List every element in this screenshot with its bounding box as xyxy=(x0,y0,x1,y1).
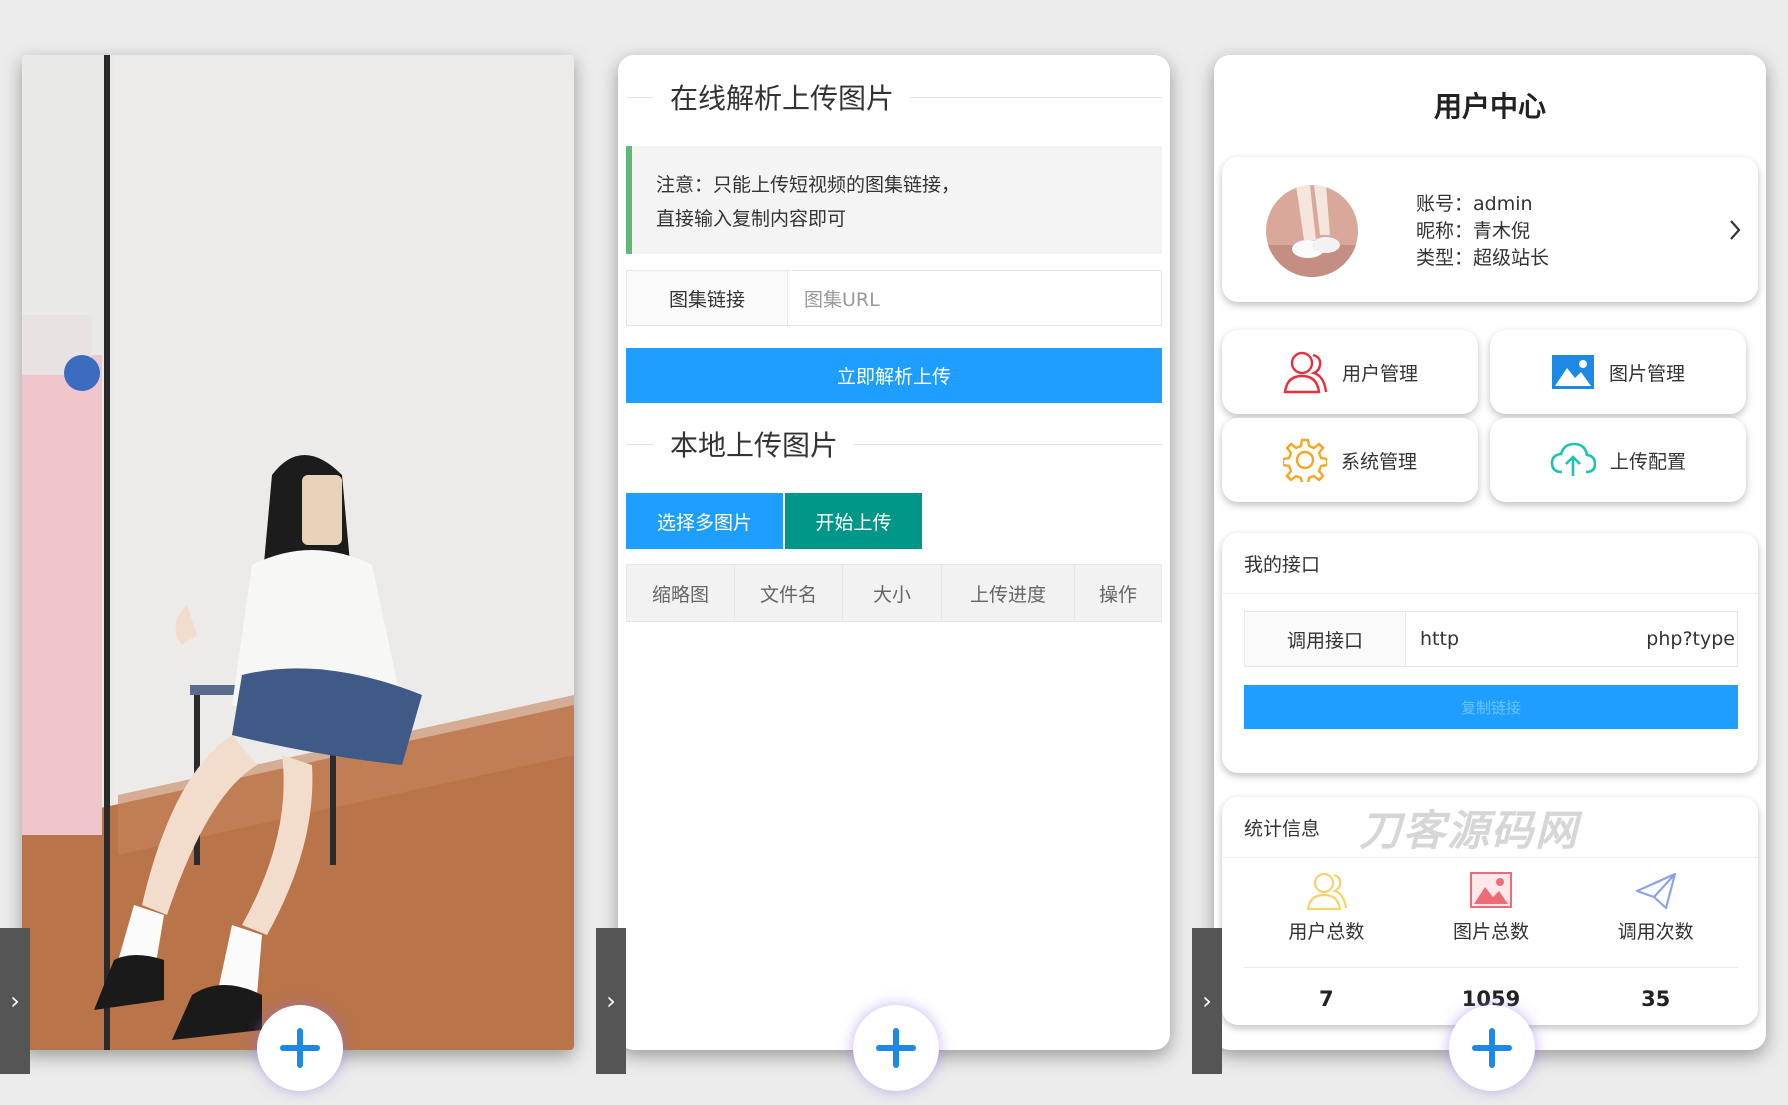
stat-images-label: 图片总数 xyxy=(1453,921,1530,943)
system-management-label: 系统管理 xyxy=(1340,450,1417,473)
notice-line-1: 注意：只能上传短视频的图集链接， xyxy=(656,174,961,196)
stat-users: 用户总数 xyxy=(1244,871,1409,944)
api-label: 调用接口 xyxy=(1245,612,1406,666)
user-management-label: 用户管理 xyxy=(1341,362,1418,385)
album-link-group: 图集链接 图集URL xyxy=(626,270,1162,326)
side-handle-middle[interactable]: › xyxy=(596,928,626,1074)
profile-card[interactable]: 账号：admin 昵称：青木倪 类型：超级站长 xyxy=(1222,157,1758,302)
page-title: 用户中心 xyxy=(1433,90,1546,123)
image-management-button[interactable]: 图片管理 xyxy=(1490,330,1746,414)
select-images-button[interactable]: 选择多图片 xyxy=(626,493,783,549)
user-icon xyxy=(1307,872,1348,911)
chevron-right-icon: › xyxy=(10,987,20,1015)
api-url-start: http xyxy=(1420,628,1460,650)
account-line: 账号：admin xyxy=(1416,193,1533,215)
image-icon xyxy=(1551,355,1594,389)
add-button[interactable] xyxy=(853,1005,939,1091)
add-button[interactable] xyxy=(1449,1005,1535,1091)
online-section-title: 在线解析上传图片 xyxy=(670,82,895,115)
gear-icon xyxy=(1282,438,1327,482)
avatar xyxy=(1266,185,1358,277)
plus-icon xyxy=(876,1028,916,1068)
api-url-field[interactable]: http php?type xyxy=(1406,612,1737,666)
api-url-group: 调用接口 http php?type xyxy=(1244,611,1738,667)
send-icon xyxy=(1635,872,1676,910)
column-header-thumbnail: 缩略图 xyxy=(627,565,735,621)
watermark: 刀客源码网 xyxy=(1359,805,1580,855)
column-header-filename: 文件名 xyxy=(735,565,843,621)
stats-labels-row: 用户总数 图片总数 调用次数 xyxy=(1244,871,1738,944)
cloud-upload-icon xyxy=(1550,442,1596,476)
stat-users-label: 用户总数 xyxy=(1288,921,1365,943)
column-header-actions: 操作 xyxy=(1098,583,1137,606)
column-header-size: 大小 xyxy=(843,565,942,621)
api-url-end: php?type xyxy=(1646,628,1735,650)
add-button[interactable] xyxy=(257,1005,343,1091)
image-management-label: 图片管理 xyxy=(1608,362,1685,385)
chevron-right-icon: › xyxy=(1202,987,1212,1015)
parse-upload-button[interactable]: 立即解析上传 xyxy=(626,348,1162,403)
upload-config-button[interactable]: 上传配置 xyxy=(1490,418,1746,502)
notice-box: 注意：只能上传短视频的图集链接， 直接输入复制内容即可 xyxy=(626,146,1162,254)
local-section-legend: 本地上传图片 xyxy=(618,424,1170,464)
photo-screen xyxy=(22,55,574,1050)
type-line: 类型：超级站长 xyxy=(1416,247,1550,269)
side-handle-left[interactable]: › xyxy=(0,928,30,1074)
photo-image xyxy=(22,55,574,1050)
upload-config-label: 上传配置 xyxy=(1609,450,1686,473)
notice-line-2: 直接输入复制内容即可 xyxy=(656,208,847,230)
start-upload-button[interactable]: 开始上传 xyxy=(785,493,922,549)
column-header-progress: 上传进度 xyxy=(942,565,1075,621)
my-api-title: 我的接口 xyxy=(1222,533,1758,594)
stats-card: 统计信息 刀客源码网 用户总数 图片总数 调用次数 7 1059 35 xyxy=(1222,797,1758,1025)
online-section-legend: 在线解析上传图片 xyxy=(618,77,1170,117)
upload-table-header: 缩略图 文件名 大小 上传进度 操作 xyxy=(626,564,1162,622)
stat-calls-label: 调用次数 xyxy=(1617,921,1694,943)
image-icon xyxy=(1470,872,1512,908)
side-handle-right[interactable]: › xyxy=(1192,928,1222,1074)
local-section-title: 本地上传图片 xyxy=(670,429,839,462)
chevron-right-icon xyxy=(1730,220,1741,240)
album-link-label: 图集链接 xyxy=(627,271,788,325)
stat-calls-value: 35 xyxy=(1641,987,1671,1011)
user-icon xyxy=(1283,351,1328,394)
user-management-button[interactable]: 用户管理 xyxy=(1222,330,1478,414)
system-management-button[interactable]: 系统管理 xyxy=(1222,418,1478,502)
upload-screen: 在线解析上传图片 注意：只能上传短视频的图集链接， 直接输入复制内容即可 图集链… xyxy=(618,55,1170,1050)
stat-images: 图片总数 xyxy=(1409,871,1574,944)
profile-info: 账号：admin 昵称：青木倪 类型：超级站长 xyxy=(1416,191,1549,272)
plus-icon xyxy=(1472,1028,1512,1068)
stat-calls: 调用次数 xyxy=(1573,871,1738,944)
copy-api-button[interactable]: 复制链接 xyxy=(1244,685,1738,729)
plus-icon xyxy=(280,1028,320,1068)
chevron-right-icon: › xyxy=(606,987,616,1015)
stat-users-value: 7 xyxy=(1319,987,1334,1011)
nickname-line: 昵称：青木倪 xyxy=(1416,220,1531,242)
album-url-input[interactable]: 图集URL xyxy=(788,271,1161,325)
user-center-screen: 用户中心 账号：admin 昵称：青木倪 类型：超级站长 用户管理 图片管理 系… xyxy=(1214,55,1766,1050)
my-api-card: 我的接口 调用接口 http php?type 复制链接 xyxy=(1222,533,1758,773)
